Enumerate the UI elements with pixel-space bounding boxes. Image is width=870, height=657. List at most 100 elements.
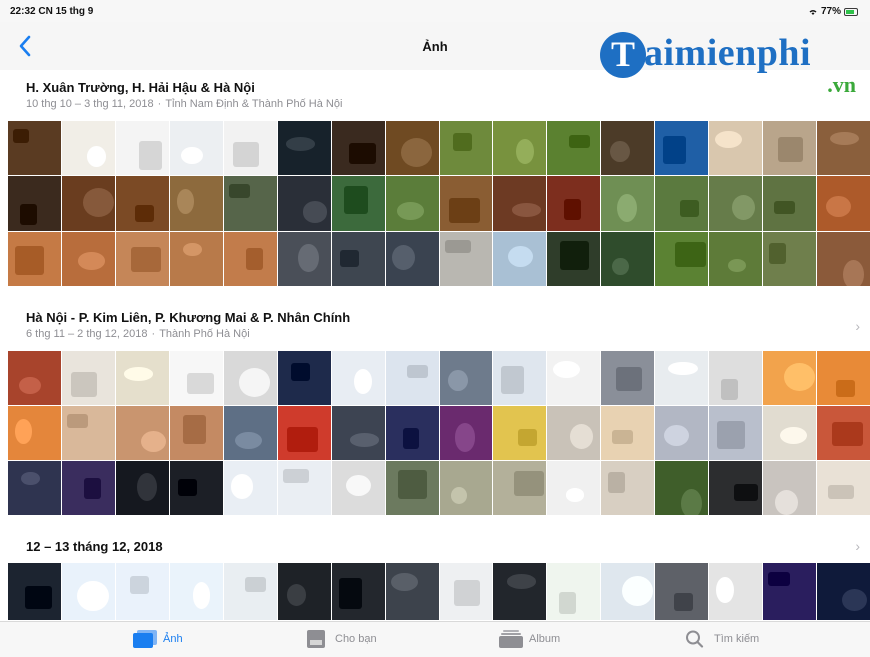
photo-thumbnail[interactable] (493, 461, 547, 515)
photo-thumbnail[interactable] (817, 121, 870, 176)
photo-thumbnail[interactable] (277, 461, 331, 515)
photo-thumbnail[interactable] (385, 121, 439, 176)
photo-thumbnail[interactable] (655, 563, 709, 620)
photo-thumbnail[interactable] (439, 231, 493, 286)
photo-thumbnail[interactable] (439, 563, 493, 620)
photo-thumbnail[interactable] (61, 121, 115, 176)
photo-thumbnail[interactable] (547, 231, 601, 286)
photo-thumbnail[interactable] (277, 351, 331, 405)
photo-thumbnail[interactable] (601, 351, 655, 405)
photo-thumbnail[interactable] (817, 231, 870, 286)
photo-thumbnail[interactable] (223, 563, 277, 620)
photo-thumbnail[interactable] (115, 176, 169, 231)
photo-thumbnail[interactable] (439, 351, 493, 405)
photo-thumbnail[interactable] (709, 121, 763, 176)
tab-search[interactable]: Tìm kiếm (684, 630, 759, 648)
photo-thumbnail[interactable] (493, 406, 547, 460)
photo-thumbnail[interactable] (61, 231, 115, 286)
photo-thumbnail[interactable] (277, 176, 331, 231)
photo-thumbnail[interactable] (277, 563, 331, 620)
photo-thumbnail[interactable] (331, 176, 385, 231)
photo-thumbnail[interactable] (655, 121, 709, 176)
photo-thumbnail[interactable] (385, 406, 439, 460)
photo-thumbnail[interactable] (277, 121, 331, 176)
photo-thumbnail[interactable] (817, 176, 870, 231)
photo-thumbnail[interactable] (817, 461, 870, 515)
photo-thumbnail[interactable] (169, 461, 223, 515)
photo-thumbnail[interactable] (8, 121, 61, 176)
photo-thumbnail[interactable] (331, 351, 385, 405)
photo-thumbnail[interactable] (223, 406, 277, 460)
photo-thumbnail[interactable] (763, 176, 817, 231)
photo-thumbnail[interactable] (169, 231, 223, 286)
photo-thumbnail[interactable] (223, 176, 277, 231)
photo-thumbnail[interactable] (709, 351, 763, 405)
photo-thumbnail[interactable] (547, 461, 601, 515)
photo-thumbnail[interactable] (601, 563, 655, 620)
photo-thumbnail[interactable] (8, 406, 61, 460)
chevron-right-icon[interactable]: › (855, 318, 860, 334)
photo-thumbnail[interactable] (709, 176, 763, 231)
photo-thumbnail[interactable] (61, 176, 115, 231)
photo-thumbnail[interactable] (8, 231, 61, 286)
photo-thumbnail[interactable] (817, 351, 870, 405)
photo-thumbnail[interactable] (223, 461, 277, 515)
photo-thumbnail[interactable] (385, 231, 439, 286)
photo-thumbnail[interactable] (493, 351, 547, 405)
photo-thumbnail[interactable] (169, 176, 223, 231)
photo-thumbnail[interactable] (115, 351, 169, 405)
photo-thumbnail[interactable] (115, 461, 169, 515)
photo-thumbnail[interactable] (115, 406, 169, 460)
photo-thumbnail[interactable] (223, 121, 277, 176)
photo-thumbnail[interactable] (8, 351, 61, 405)
photo-thumbnail[interactable] (331, 121, 385, 176)
photo-thumbnail[interactable] (331, 231, 385, 286)
photo-thumbnail[interactable] (331, 563, 385, 620)
photo-thumbnail[interactable] (223, 351, 277, 405)
photo-thumbnail[interactable] (61, 351, 115, 405)
photo-thumbnail[interactable] (547, 121, 601, 176)
photo-thumbnail[interactable] (61, 461, 115, 515)
photo-thumbnail[interactable] (763, 121, 817, 176)
photo-thumbnail[interactable] (601, 121, 655, 176)
photo-thumbnail[interactable] (493, 121, 547, 176)
photo-thumbnail[interactable] (709, 406, 763, 460)
photo-thumbnail[interactable] (385, 461, 439, 515)
photo-thumbnail[interactable] (169, 351, 223, 405)
photo-thumbnail[interactable] (61, 406, 115, 460)
chevron-right-icon[interactable]: › (855, 538, 860, 554)
section-header-1[interactable]: H. Xuân Trường, H. Hải Hậu & Hà Nội 10 t… (0, 72, 870, 126)
photo-thumbnail[interactable] (115, 563, 169, 620)
photo-thumbnail[interactable] (655, 406, 709, 460)
photo-thumbnail[interactable] (169, 563, 223, 620)
photo-thumbnail[interactable] (601, 231, 655, 286)
photo-thumbnail[interactable] (547, 351, 601, 405)
photo-thumbnail[interactable] (169, 121, 223, 176)
photo-thumbnail[interactable] (8, 176, 61, 231)
photo-thumbnail[interactable] (331, 461, 385, 515)
photo-thumbnail[interactable] (655, 351, 709, 405)
photo-thumbnail[interactable] (331, 406, 385, 460)
photo-thumbnail[interactable] (493, 231, 547, 286)
photo-thumbnail[interactable] (601, 461, 655, 515)
photo-thumbnail[interactable] (547, 563, 601, 620)
photo-thumbnail[interactable] (709, 461, 763, 515)
photo-thumbnail[interactable] (763, 563, 817, 620)
photo-thumbnail[interactable] (655, 176, 709, 231)
photo-thumbnail[interactable] (385, 351, 439, 405)
photo-thumbnail[interactable] (547, 176, 601, 231)
section-header-2[interactable]: Hà Nội - P. Kim Liên, P. Khương Mai & P.… (0, 302, 870, 356)
photo-thumbnail[interactable] (763, 231, 817, 286)
photo-thumbnail[interactable] (439, 121, 493, 176)
photo-thumbnail[interactable] (493, 563, 547, 620)
photo-thumbnail[interactable] (655, 231, 709, 286)
photo-thumbnail[interactable] (655, 461, 709, 515)
photo-thumbnail[interactable] (709, 231, 763, 286)
tab-for-you[interactable]: Cho bạn (305, 630, 377, 648)
photo-thumbnail[interactable] (439, 176, 493, 231)
photo-thumbnail[interactable] (223, 231, 277, 286)
photo-thumbnail[interactable] (8, 461, 61, 515)
tab-albums[interactable]: Album (499, 630, 560, 648)
photo-thumbnail[interactable] (763, 351, 817, 405)
photo-thumbnail[interactable] (439, 406, 493, 460)
